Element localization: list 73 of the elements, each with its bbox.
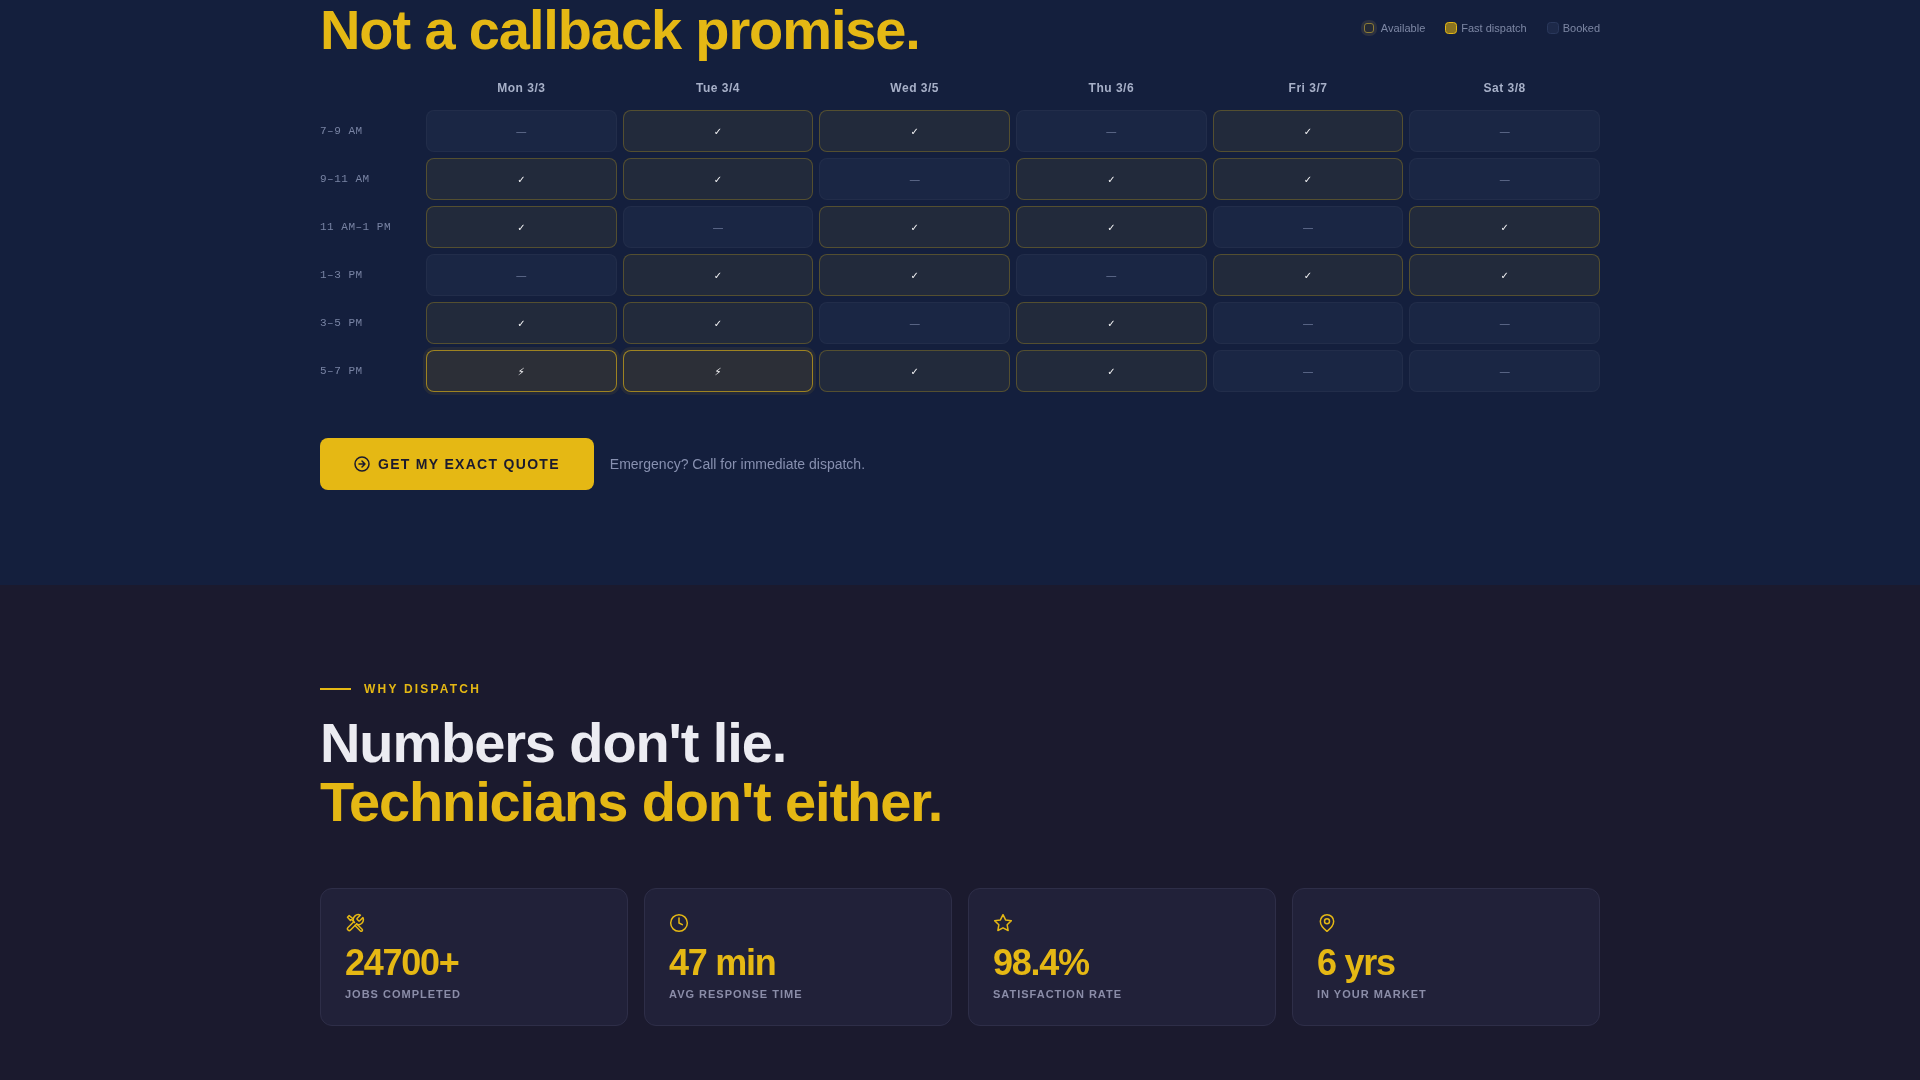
time-label: 3–5 PM xyxy=(320,317,363,329)
headline-accent-line: Technicians don't either. xyxy=(320,772,944,831)
stat-label: IN YOUR MARKET xyxy=(1317,987,1428,1001)
time-label: 1–3 PM xyxy=(320,269,363,281)
stat-value: 24700+ xyxy=(345,943,460,983)
time-slot: — xyxy=(426,110,617,152)
time-slot: — xyxy=(1409,158,1600,200)
legend-label: Booked xyxy=(1562,22,1600,34)
time-slot[interactable]: ✓ xyxy=(426,206,617,248)
time-label: 5–7 PM xyxy=(320,365,363,377)
day-heading: Sat 3/8 xyxy=(1483,80,1526,96)
time-slot[interactable]: ✓ xyxy=(1016,350,1207,392)
time-slot[interactable]: ⚡ xyxy=(622,350,814,392)
headline-line: Numbers don't lie. xyxy=(320,713,788,772)
time-slot: — xyxy=(1212,206,1404,248)
time-slot[interactable]: ✓ xyxy=(1212,110,1404,152)
time-slot[interactable]: ⚡ xyxy=(426,350,617,392)
time-slot[interactable]: ✓ xyxy=(426,302,617,344)
time-label: 7–9 AM xyxy=(320,125,363,137)
time-slot: — xyxy=(1212,350,1404,392)
time-slot[interactable]: ✓ xyxy=(622,158,814,200)
day-heading: Fri 3/7 xyxy=(1288,80,1328,96)
tools-icon xyxy=(345,913,365,933)
day-heading: Wed 3/5 xyxy=(890,80,939,96)
time-slot[interactable]: ✓ xyxy=(819,206,1010,248)
section-heading: Not a callback promise. xyxy=(320,0,920,59)
time-slot[interactable]: ✓ xyxy=(819,350,1010,392)
legend-swatch-icon xyxy=(1546,22,1559,34)
time-slot: — xyxy=(426,254,617,296)
stat-value: 47 min xyxy=(669,943,777,983)
time-slot: — xyxy=(1016,254,1207,296)
time-slot[interactable]: ✓ xyxy=(622,254,814,296)
time-slot[interactable]: ✓ xyxy=(1212,254,1404,296)
clock-icon xyxy=(669,913,689,933)
map-pin-icon xyxy=(1317,913,1337,933)
time-slot[interactable]: ✓ xyxy=(1409,206,1600,248)
day-heading: Mon 3/3 xyxy=(497,80,546,96)
time-slot[interactable]: ✓ xyxy=(622,302,814,344)
legend-label: Available xyxy=(1380,22,1426,34)
time-slot: — xyxy=(819,302,1010,344)
time-slot: — xyxy=(1409,110,1600,152)
time-slot[interactable]: ✓ xyxy=(1409,254,1600,296)
eyebrow-label: WHY DISPATCH xyxy=(364,682,482,696)
time-slot: — xyxy=(1212,302,1404,344)
star-icon xyxy=(993,913,1013,933)
time-slot[interactable]: ✓ xyxy=(1212,158,1404,200)
time-slot[interactable]: ✓ xyxy=(622,110,814,152)
time-slot: — xyxy=(819,158,1010,200)
time-slot[interactable]: ✓ xyxy=(426,158,617,200)
time-slot[interactable]: ✓ xyxy=(1016,302,1207,344)
legend-label: Fast dispatch xyxy=(1461,22,1527,34)
time-slot: — xyxy=(1409,350,1600,392)
quote-button[interactable]: GET MY EXACT QUOTE xyxy=(320,438,594,490)
time-label: 9–11 AM xyxy=(320,173,370,185)
time-slot[interactable]: ✓ xyxy=(1016,158,1207,200)
legend-swatch-icon xyxy=(1360,20,1377,36)
stat-label: JOBS COMPLETED xyxy=(345,987,463,1001)
time-slot[interactable]: ✓ xyxy=(819,254,1010,296)
stat-value: 98.4% xyxy=(993,943,1090,983)
stat-label: AVG RESPONSE TIME xyxy=(669,987,804,1001)
stat-value: 6 yrs xyxy=(1317,943,1396,983)
time-slot[interactable]: ✓ xyxy=(819,110,1010,152)
time-slot: — xyxy=(1016,110,1207,152)
stat-label: SATISFACTION RATE xyxy=(993,987,1124,1001)
time-slot[interactable]: ✓ xyxy=(1016,206,1207,248)
day-heading: Tue 3/4 xyxy=(696,80,740,96)
legend-swatch-icon xyxy=(1445,22,1458,34)
arrow-circle-icon xyxy=(354,456,370,472)
time-slot: — xyxy=(1409,302,1600,344)
time-label: 11 AM–1 PM xyxy=(320,221,391,233)
day-heading: Thu 3/6 xyxy=(1088,80,1135,96)
emergency-note: Emergency? Call for immediate dispatch. xyxy=(609,456,866,472)
time-slot: — xyxy=(622,206,814,248)
